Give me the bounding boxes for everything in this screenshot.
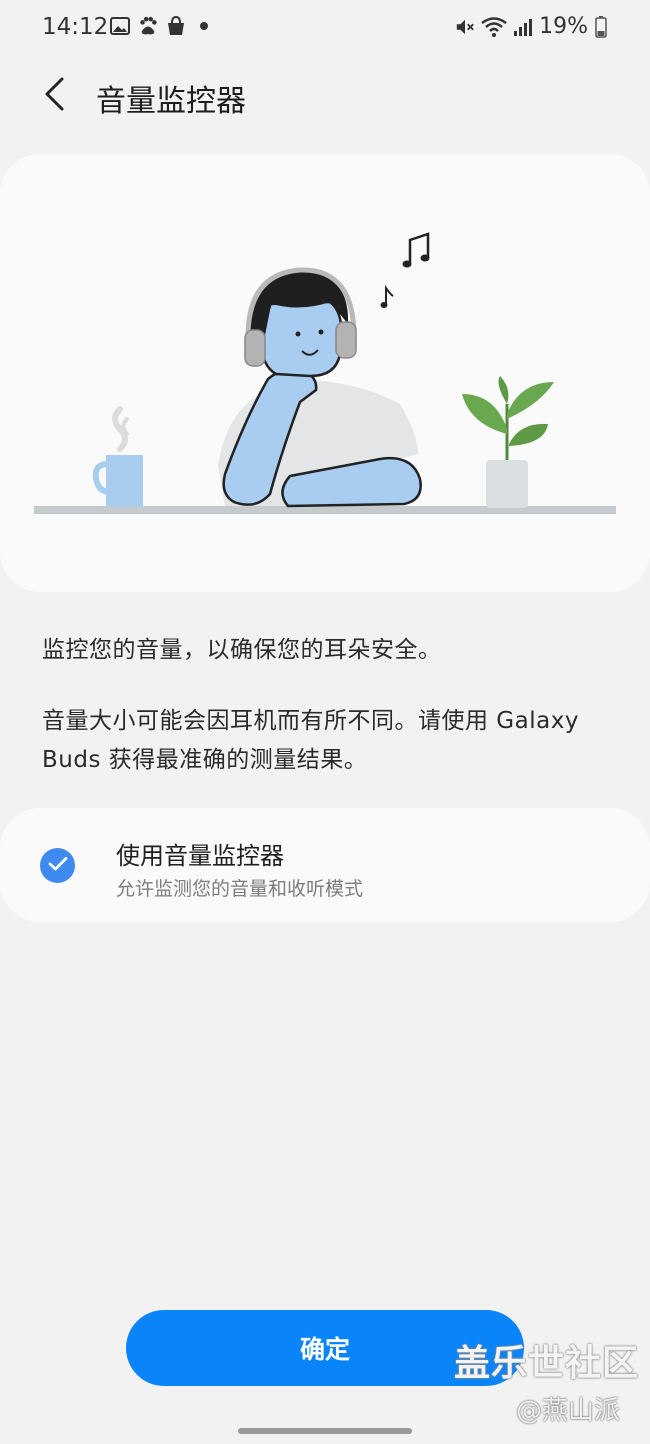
watermark-community: 盖乐世社区 xyxy=(454,1343,640,1384)
use-volume-monitor-option[interactable]: 使用音量监控器 允许监测您的音量和收听模式 xyxy=(0,808,650,922)
dot-icon xyxy=(194,16,214,36)
status-notification-icons xyxy=(110,16,214,36)
checkbox-checked[interactable] xyxy=(40,848,75,883)
app-header: 音量监控器 xyxy=(0,64,650,128)
battery-percentage: 19% xyxy=(539,14,588,39)
status-bar: 14:12 19% xyxy=(0,0,650,56)
mute-icon xyxy=(455,17,475,37)
shopping-bag-icon xyxy=(166,16,186,36)
watermark-author: @燕山派 xyxy=(516,1396,621,1426)
home-indicator[interactable] xyxy=(238,1428,412,1434)
page-title: 音量监控器 xyxy=(96,84,246,119)
option-subtitle: 允许监测您的音量和收听模式 xyxy=(116,878,364,900)
description-galaxy-buds: 音量大小可能会因耳机而有所不同。请使用 Galaxy Buds 获得最准确的测量… xyxy=(42,708,579,773)
back-button[interactable] xyxy=(30,72,78,120)
illustration-card xyxy=(0,154,650,592)
status-time: 14:12 xyxy=(42,14,109,40)
listening-person-illustration xyxy=(34,232,616,514)
check-icon xyxy=(48,856,68,876)
option-title: 使用音量监控器 xyxy=(116,842,284,870)
signal-icon xyxy=(513,17,533,37)
baidu-icon xyxy=(138,16,158,36)
status-system-icons: 19% xyxy=(455,14,608,39)
battery-icon xyxy=(594,15,608,38)
gallery-icon xyxy=(110,16,130,36)
wifi-icon xyxy=(481,16,507,37)
description-safety: 监控您的音量，以确保您的耳朵安全。 xyxy=(42,637,442,663)
chevron-left-icon xyxy=(42,76,66,116)
